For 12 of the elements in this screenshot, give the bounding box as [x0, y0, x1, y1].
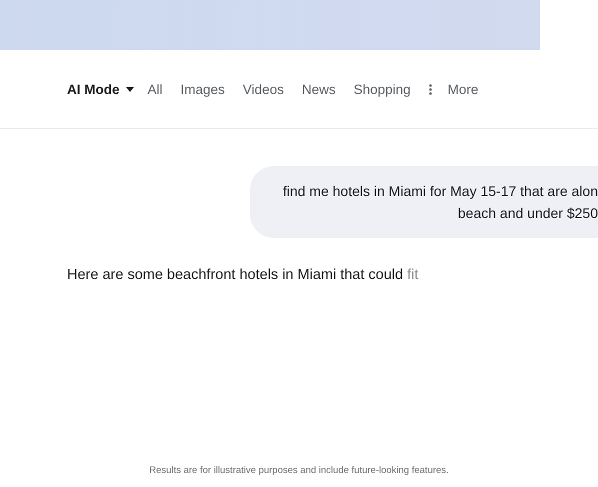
- query-text: find me hotels in Miami for May 15-17 that are alon beach and under $250: [282, 182, 598, 223]
- search-tab[interactable]: More: [428, 82, 478, 96]
- response-text: Here are some beachfront hotels in Miami that could fit: [67, 267, 420, 283]
- caret-icon: [126, 86, 134, 92]
- search-tab[interactable]: Shopping: [354, 82, 411, 96]
- search-tab[interactable]: News: [302, 82, 336, 96]
- search-tab[interactable]: Videos: [242, 82, 284, 96]
- search-tab[interactable]: All: [148, 82, 163, 96]
- search-tab[interactable]: AI Mode: [67, 82, 134, 96]
- disclaimer-text: Results are for illustrative purposes and include future-looking features.: [148, 465, 450, 476]
- more-vertical-icon: [428, 84, 432, 94]
- search-tab[interactable]: Images: [180, 82, 225, 96]
